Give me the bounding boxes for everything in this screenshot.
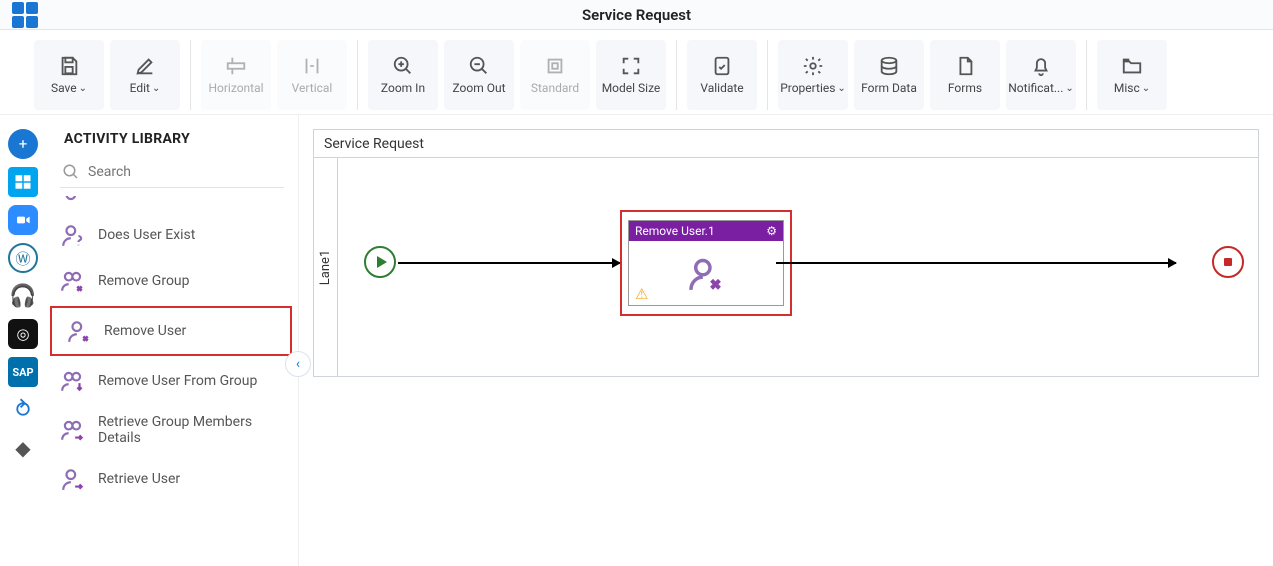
search-input-wrapper[interactable] (60, 159, 284, 188)
lane-label[interactable]: Lane1 (314, 158, 338, 376)
chevron-down-icon: ⌄ (1065, 83, 1073, 94)
zoom-out-button[interactable]: Zoom Out (444, 40, 514, 110)
chevron-down-icon: ⌄ (152, 83, 160, 94)
folder-icon (1121, 55, 1143, 77)
activity-remove-user[interactable]: Remove User (50, 306, 292, 356)
divider (676, 40, 677, 110)
horizontal-button: Horizontal (201, 40, 271, 110)
process-title: Service Request (314, 130, 1258, 158)
node-header: Remove User.1 ⚙ (629, 221, 783, 241)
save-icon (58, 55, 80, 77)
app-grid-icon[interactable] (12, 2, 38, 28)
group-arrow-icon (60, 417, 86, 443)
model-size-button[interactable]: Model Size (596, 40, 666, 110)
zoom-out-icon (468, 55, 490, 77)
group-down-icon (60, 368, 86, 394)
activity-remove-group[interactable]: Remove Group (46, 258, 298, 304)
forms-button[interactable]: Forms (930, 40, 1000, 110)
sap-icon[interactable]: SAP (8, 357, 38, 387)
divider (1086, 40, 1087, 110)
gear-icon[interactable]: ⚙ (766, 224, 777, 238)
activity-node-remove-user[interactable]: Remove User.1 ⚙ ⚠ (628, 220, 784, 306)
edge[interactable] (398, 262, 620, 264)
align-vertical-icon (301, 55, 323, 77)
align-horizontal-icon (225, 55, 247, 77)
start-node[interactable] (364, 246, 396, 278)
document-icon (954, 55, 976, 77)
panel-title: ACTIVITY LIBRARY (46, 115, 298, 155)
activity-remove-user-from-group[interactable]: Remove User From Group (46, 358, 298, 404)
zoom-in-button[interactable]: Zoom In (368, 40, 438, 110)
form-data-button[interactable]: Form Data (854, 40, 924, 110)
activity-retrieve-group-members[interactable]: Retrieve Group Members Details (46, 404, 298, 456)
swimlane[interactable]: Remove User.1 ⚙ ⚠ (338, 158, 1258, 376)
zoom-app-icon[interactable] (8, 205, 38, 235)
activity-retrieve-user[interactable]: Retrieve User (46, 456, 298, 502)
chevron-down-icon: ⌄ (1142, 83, 1150, 94)
divider (767, 40, 768, 110)
search-input[interactable] (88, 164, 282, 180)
activity-list[interactable]: Does User Exist Remove Group Remove User… (46, 196, 298, 566)
list-item[interactable] (46, 196, 298, 212)
chevron-left-icon: ‹ (296, 356, 300, 372)
warning-icon: ⚠ (635, 285, 648, 303)
bell-icon (1030, 55, 1052, 77)
app-rail: + Ⓦ 🎧 ◎ SAP ⥁ ◆ (0, 115, 46, 566)
user-question-icon (60, 222, 86, 248)
database-icon (878, 55, 900, 77)
chevron-down-icon: ⌄ (837, 83, 845, 94)
process-canvas[interactable]: Service Request Lane1 Remove User.1 ⚙ (313, 129, 1259, 377)
validate-button[interactable]: Validate (687, 40, 757, 110)
divider (190, 40, 191, 110)
activity-library-panel: ACTIVITY LIBRARY Does User Exist Remove … (46, 115, 299, 566)
pencil-icon (134, 55, 156, 77)
vertical-button: Vertical (277, 40, 347, 110)
app-header: Service Request (0, 0, 1273, 30)
page-title: Service Request (0, 6, 1273, 24)
edge[interactable] (776, 262, 1176, 264)
end-node[interactable] (1212, 246, 1244, 278)
windows-icon[interactable] (8, 167, 38, 197)
search-icon (62, 163, 80, 181)
group-x-icon (60, 268, 86, 294)
expand-icon (620, 55, 642, 77)
properties-button[interactable]: Properties⌄ (778, 40, 848, 110)
user-x-icon (687, 255, 725, 293)
target-icon[interactable]: ◎ (8, 319, 38, 349)
chevron-down-icon: ⌄ (79, 83, 87, 94)
canvas-area: Service Request Lane1 Remove User.1 ⚙ (299, 115, 1273, 566)
standard-zoom-button: Standard (520, 40, 590, 110)
validate-icon (711, 55, 733, 77)
add-icon[interactable]: + (8, 129, 38, 159)
activity-does-user-exist[interactable]: Does User Exist (46, 212, 298, 258)
notifications-button[interactable]: Notificat...⌄ (1006, 40, 1076, 110)
flow-icon[interactable]: ⥁ (8, 395, 38, 425)
zoom-in-icon (392, 55, 414, 77)
gear-icon (802, 55, 824, 77)
save-button[interactable]: Save⌄ (34, 40, 104, 110)
edit-button[interactable]: Edit⌄ (110, 40, 180, 110)
collapse-panel-button[interactable]: ‹ (285, 351, 311, 377)
divider (357, 40, 358, 110)
user-x-icon (66, 318, 92, 344)
fit-icon (544, 55, 566, 77)
wordpress-icon[interactable]: Ⓦ (8, 243, 38, 273)
user-arrow-icon (60, 466, 86, 492)
headset-icon[interactable]: 🎧 (8, 281, 38, 311)
toolbar: Save⌄ Edit⌄ Horizontal Vertical Zoom In … (0, 30, 1273, 115)
misc-button[interactable]: Misc⌄ (1097, 40, 1167, 110)
ethereum-icon[interactable]: ◆ (8, 433, 38, 463)
